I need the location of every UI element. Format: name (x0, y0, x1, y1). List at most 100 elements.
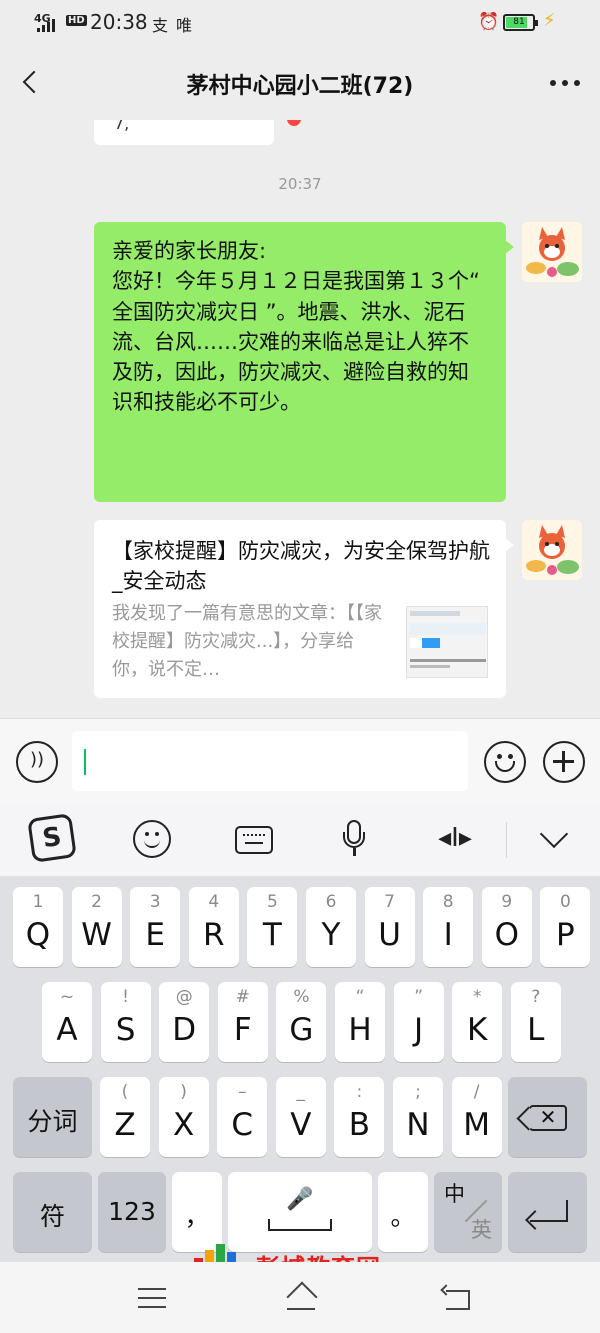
key-h[interactable]: “H (335, 982, 385, 1062)
key-label: U (378, 917, 401, 953)
key-n[interactable]: ; N (393, 1077, 443, 1157)
symbol-key[interactable]: 符 (13, 1172, 92, 1252)
more-options-button[interactable] (550, 80, 580, 86)
system-nav-bar (0, 1262, 600, 1333)
numbers-key[interactable]: 123 (98, 1172, 166, 1252)
avatar[interactable] (522, 222, 582, 282)
key-hint: 1 (32, 892, 44, 912)
alipay-icon: 支 (152, 16, 169, 35)
key-x[interactable]: ) X (158, 1077, 209, 1157)
key-j[interactable]: ” J (393, 982, 444, 1062)
chat-area[interactable]: 7, 20:37 亲爱的家长朋友: 您好！今年５月１２日是我国第１３个“ 全国防… (0, 120, 600, 718)
key-hint: “ (355, 987, 365, 1007)
status-time: 20:38 (90, 10, 148, 34)
app-notification-icon: 唯 (176, 16, 193, 35)
key-y[interactable]: 6Y (306, 887, 356, 967)
key-label: Y (321, 917, 341, 953)
key-o[interactable]: 9O (481, 887, 532, 967)
key-u[interactable]: 7U (364, 887, 415, 967)
key-label: S (115, 1012, 136, 1048)
previous-message-bubble[interactable]: 7, (94, 120, 274, 145)
system-back-button[interactable] (442, 1286, 472, 1310)
previous-message-text: 7, (114, 120, 130, 133)
shared-link-card[interactable]: 【家校提醒】防灾减灾，为安全保驾护航_安全动态 我发现了一篇有意思的文章：【【家… (94, 520, 514, 698)
key-k[interactable]: * K (452, 982, 503, 1062)
key-z[interactable]: (Z (100, 1077, 150, 1157)
keyboard-layout-button[interactable] (235, 826, 273, 854)
sent-text-message[interactable]: 亲爱的家长朋友: 您好！今年５月１２日是我国第１３个“ 全国防灾减灾日 ”。地震… (94, 222, 514, 502)
key-label: D (172, 1012, 197, 1048)
key-hint: : (356, 1082, 363, 1102)
unread-dot (287, 120, 301, 126)
message-input-bar: )) (0, 718, 600, 804)
key-hint: 5 (266, 892, 278, 912)
charging-icon: ⚡ (543, 10, 556, 31)
voice-typing-button[interactable] (340, 816, 368, 860)
cursor-move-button[interactable]: ◂I▸ (430, 816, 480, 860)
key-b[interactable]: :B (334, 1077, 385, 1157)
key-e[interactable]: 3E (130, 887, 181, 967)
key-label: A (56, 1012, 78, 1048)
key-q[interactable]: 1Q (13, 887, 63, 967)
keyboard-toolbar: S ◂I▸ (0, 804, 600, 876)
toolbar-divider (506, 822, 507, 858)
key-hint: 0 (559, 892, 571, 912)
key-r[interactable]: 4R (188, 887, 239, 967)
key-hint: ~ (59, 987, 75, 1007)
key-hint: # (235, 987, 250, 1007)
sogou-logo-button[interactable]: S (27, 813, 77, 863)
key-label: X (172, 1107, 195, 1143)
key-i[interactable]: 8I (423, 887, 474, 967)
language-switch-key[interactable]: 中 英 (434, 1172, 502, 1252)
key-s[interactable]: ! S (100, 982, 151, 1062)
key-f[interactable]: # F (217, 982, 268, 1062)
link-card-title: 【家校提醒】防灾减灾，为安全保驾护航_安全动态 (112, 539, 490, 593)
avatar[interactable] (522, 520, 582, 580)
key-hint: 3 (149, 892, 161, 912)
backspace-icon: ✕ (529, 1105, 567, 1131)
key-label: K (467, 1012, 488, 1048)
key-w[interactable]: 2W (71, 887, 122, 967)
key-l[interactable]: ? L (510, 982, 561, 1062)
emoji-button[interactable] (484, 741, 526, 783)
keyboard-emoji-button[interactable] (133, 820, 171, 858)
key-d[interactable]: @ D (159, 982, 210, 1062)
key-hint: 2 (91, 892, 102, 912)
key-hint: – (237, 1082, 247, 1102)
key-hint: ” (414, 987, 423, 1007)
message-input[interactable] (72, 731, 468, 791)
signal-icon (37, 18, 55, 32)
collapse-keyboard-button[interactable] (538, 816, 570, 860)
key-hint: / (473, 1082, 480, 1102)
home-button[interactable] (283, 1284, 319, 1312)
key-hint: ; (415, 1082, 421, 1102)
key-hint: % (293, 987, 310, 1007)
key-label: F (233, 1012, 252, 1048)
chat-header: 茅村中心园小二班(72) (0, 46, 600, 120)
key-label: B (348, 1107, 371, 1143)
key-hint: * (472, 987, 482, 1007)
segment-key[interactable]: 分词 (13, 1077, 92, 1157)
key-c[interactable]: – C (217, 1077, 268, 1157)
key-label: H (348, 1012, 372, 1048)
battery-icon: 81 (503, 14, 538, 31)
text-cursor (84, 749, 86, 775)
key-a[interactable]: ~ A (42, 982, 92, 1062)
key-label: M (463, 1107, 490, 1143)
key-v[interactable]: _ V (275, 1077, 326, 1157)
key-label: Z (114, 1107, 136, 1143)
recent-apps-button[interactable] (138, 1288, 166, 1308)
key-g[interactable]: % G (276, 982, 327, 1062)
key-label: C (231, 1107, 254, 1143)
enter-key[interactable] (508, 1172, 587, 1252)
backspace-key[interactable]: ✕ (508, 1077, 587, 1157)
key-p[interactable]: 0P (540, 887, 591, 967)
key-label: W (81, 917, 112, 953)
key-hint: ? (531, 987, 541, 1007)
voice-input-button[interactable]: )) (16, 741, 58, 783)
key-t[interactable]: 5T (247, 887, 298, 967)
more-actions-button[interactable] (543, 741, 585, 783)
link-card-description: 我发现了一篇有意思的文章：【【家校提醒】防灾减灾...】，分享给你，说不定… (112, 603, 382, 680)
key-m[interactable]: / M (451, 1077, 502, 1157)
status-bar: 4G HD 20:38 支 唯 ⏰ 81 ⚡ (0, 0, 600, 46)
